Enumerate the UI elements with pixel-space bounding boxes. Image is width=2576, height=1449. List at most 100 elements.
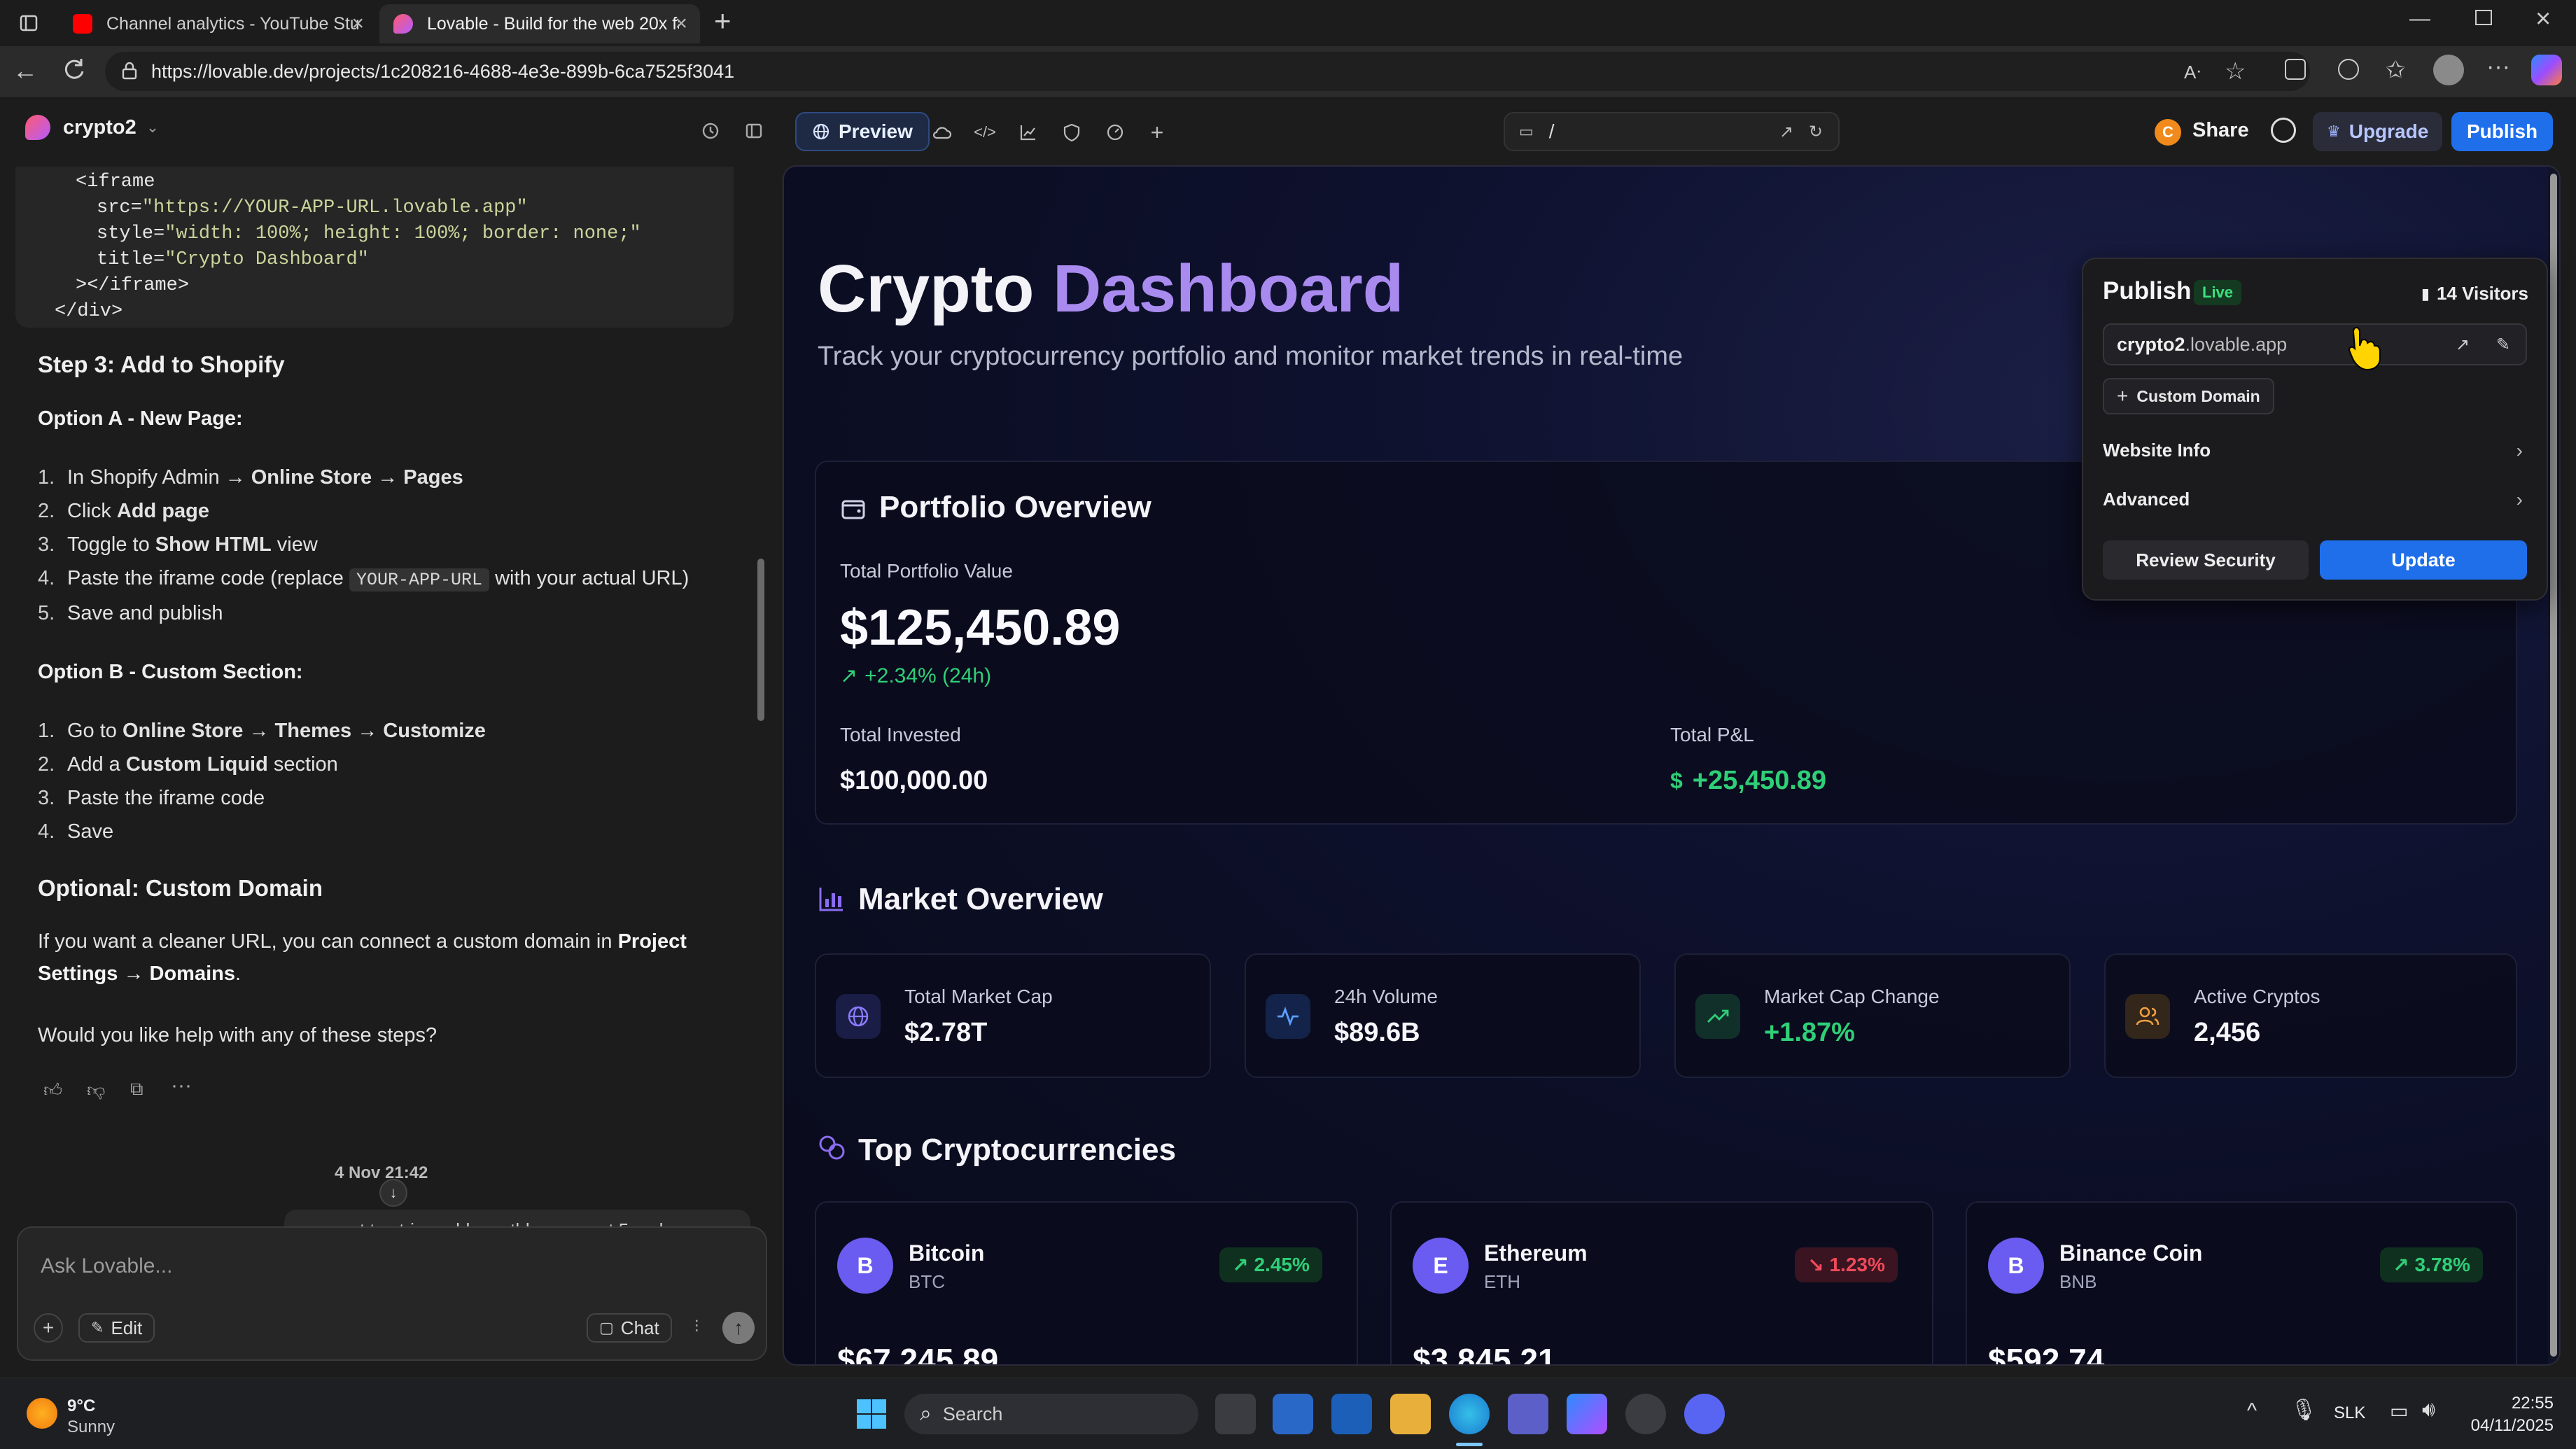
list-item: 1. In Shopify Admin → Online Store → Page… — [38, 466, 463, 489]
website-info-row[interactable]: Website Info › — [2103, 440, 2527, 468]
extensions-icon[interactable] — [2285, 59, 2306, 80]
add-view-icon[interactable]: + — [1140, 115, 1175, 150]
copilot-icon[interactable] — [2531, 55, 2562, 85]
edge-browser-icon[interactable] — [1449, 1394, 1490, 1434]
profile-avatar[interactable] — [2433, 55, 2464, 85]
speed-gauge-icon[interactable] — [1098, 115, 1133, 150]
publish-button[interactable]: Publish — [2451, 112, 2554, 151]
reload-preview-icon[interactable]: ↻ — [1809, 122, 1823, 142]
chat-mode-button[interactable]: ▢ Chat — [587, 1313, 672, 1343]
voice-wave-icon[interactable]: ⫶ — [694, 1317, 699, 1337]
chat-panel: <iframe src="https://YOUR-APP-URL.lovabl… — [15, 167, 778, 1371]
top-crypto-heading: Top Cryptocurrencies — [858, 1133, 1176, 1167]
coin-price: $592.74 — [1988, 1342, 2105, 1366]
new-tab-button[interactable]: + — [714, 4, 732, 38]
collections-icon[interactable]: ✩ — [2386, 56, 2406, 84]
browser-tab-bar: Channel analytics - YouTube Studi × Lova… — [0, 0, 2576, 46]
upgrade-button[interactable]: ♛ Upgrade — [2313, 112, 2443, 151]
preview-scrollbar[interactable] — [2548, 167, 2559, 1364]
project-switcher[interactable]: crypto2 ⌄ — [25, 115, 159, 140]
coin-card-binance[interactable]: B Binance Coin BNB ↗ 3.78% $592.74 — [1966, 1201, 2517, 1366]
task-view-icon[interactable] — [1215, 1394, 1256, 1434]
sun-weather-icon[interactable] — [27, 1398, 57, 1429]
volume-icon[interactable]: 🔊︎ — [2422, 1398, 2435, 1422]
clock-time[interactable]: 22:55 — [2470, 1394, 2554, 1413]
device-toggle-icon[interactable]: ▭ — [1519, 122, 1534, 141]
security-shield-icon[interactable] — [1054, 115, 1089, 150]
code-icon[interactable]: </> — [967, 115, 1002, 150]
store-icon[interactable] — [1273, 1394, 1313, 1434]
stat-value: $89.6B — [1334, 1018, 1420, 1047]
custom-domain-button[interactable]: + Custom Domain — [2103, 378, 2274, 414]
upgrade-label: Upgrade — [2348, 120, 2429, 142]
stat-card-market-cap: Total Market Cap $2.78T — [815, 953, 1211, 1078]
coin-name: Bitcoin — [909, 1240, 985, 1266]
read-aloud-icon[interactable]: Aᐧ — [2184, 62, 2201, 83]
chat-input[interactable]: Ask Lovable... — [41, 1254, 172, 1278]
clock-date[interactable]: 04/11/2025 — [2456, 1416, 2554, 1436]
maximize-button[interactable] — [2475, 10, 2492, 25]
teams-icon[interactable] — [1508, 1394, 1548, 1434]
share-button[interactable]: Share — [2192, 119, 2249, 142]
sidebar-toggle-icon[interactable] — [736, 113, 771, 148]
scrollbar-thumb[interactable] — [2550, 174, 2557, 1357]
close-tab-icon[interactable]: × — [351, 12, 364, 36]
coin-change-badge: ↘ 1.23% — [1795, 1247, 1898, 1282]
scrollbar-thumb[interactable] — [757, 559, 764, 721]
thumbs-up-icon[interactable]: 👍︎ — [43, 1079, 62, 1101]
performance-icon[interactable] — [2338, 59, 2359, 80]
tab-youtube-studio[interactable]: Channel analytics - YouTube Studi × — [59, 4, 377, 43]
review-security-button[interactable]: Review Security — [2103, 540, 2309, 580]
thumbs-down-icon[interactable]: 👎︎ — [87, 1079, 105, 1101]
coin-card-ethereum[interactable]: E Ethereum ETH ↘ 1.23% $3,845.21 — [1390, 1201, 1933, 1364]
github-icon[interactable] — [2271, 118, 2296, 143]
coin-card-bitcoin[interactable]: B Bitcoin BTC ↗ 2.45% $67,245.89 — [815, 1201, 1358, 1364]
refresh-icon[interactable] — [60, 56, 88, 84]
open-external-icon[interactable]: ↗ — [2456, 335, 2470, 355]
copy-icon[interactable]: ⧉ — [130, 1078, 144, 1100]
tray-chevron-up-icon[interactable]: ^ — [2247, 1399, 2257, 1423]
close-window-button[interactable]: × — [2535, 4, 2551, 34]
favorite-star-icon[interactable]: ☆ — [2225, 57, 2246, 85]
url-field[interactable]: https://lovable.dev/projects/1c208216-46… — [105, 52, 2310, 91]
user-avatar[interactable]: C — [2155, 119, 2181, 146]
open-external-icon[interactable]: ↗ — [1779, 122, 1793, 142]
chevron-down-icon: ⌄ — [146, 118, 160, 136]
preview-tab[interactable]: Preview — [795, 112, 930, 151]
language-indicator[interactable]: SLK — [2334, 1404, 2365, 1423]
route-input[interactable]: / — [1549, 120, 1555, 143]
published-url-field[interactable]: crypto2 .lovable.app ↗ ✎ — [2103, 323, 2527, 365]
tab-actions-icon[interactable] — [11, 6, 46, 41]
advanced-row[interactable]: Advanced › — [2103, 489, 2527, 517]
history-icon[interactable] — [693, 113, 728, 148]
chat-input-box[interactable]: Ask Lovable... + ✎ Edit ▢ Chat ⫶ ↑ — [17, 1226, 767, 1361]
trend-up-icon: ↗ — [840, 664, 858, 687]
close-tab-icon[interactable]: × — [675, 12, 687, 36]
minimize-button[interactable]: — — [2409, 7, 2430, 31]
file-explorer-icon[interactable] — [1390, 1394, 1431, 1434]
edit-mode-button[interactable]: ✎ Edit — [78, 1313, 155, 1343]
dashboard-title: Crypto Dashboard — [818, 251, 1404, 326]
chatgpt-icon[interactable] — [1625, 1394, 1666, 1434]
m365-icon[interactable] — [1567, 1394, 1607, 1434]
scroll-down-button[interactable]: ↓ — [379, 1179, 407, 1207]
microphone-icon[interactable]: 🎙︎ — [2290, 1398, 2317, 1422]
back-arrow-icon[interactable]: ← — [13, 56, 38, 85]
taskbar-search[interactable]: ⌕ Search — [904, 1394, 1198, 1434]
more-options-icon[interactable]: ··· — [2486, 53, 2510, 80]
edit-pencil-icon[interactable]: ✎ — [2496, 335, 2510, 355]
discord-icon[interactable] — [1684, 1394, 1725, 1434]
update-button[interactable]: Update — [2320, 540, 2527, 580]
start-windows-icon[interactable] — [855, 1398, 888, 1430]
cloud-icon[interactable] — [924, 115, 959, 150]
analytics-icon[interactable] — [1011, 115, 1046, 150]
tab-lovable[interactable]: Lovable - Build for the web 20x fa × — [379, 4, 700, 43]
outlook-icon[interactable] — [1331, 1394, 1372, 1434]
more-actions-icon[interactable]: ··· — [171, 1074, 192, 1098]
chat-scrollbar[interactable] — [757, 167, 764, 1217]
send-button[interactable]: ↑ — [722, 1312, 755, 1344]
site-info-icon[interactable] — [119, 60, 140, 81]
code-line: src="https://YOUR-APP-URL.lovable.app" — [97, 197, 528, 218]
attach-plus-button[interactable]: + — [34, 1313, 63, 1343]
network-icon[interactable]: ▭ — [2390, 1399, 2408, 1422]
